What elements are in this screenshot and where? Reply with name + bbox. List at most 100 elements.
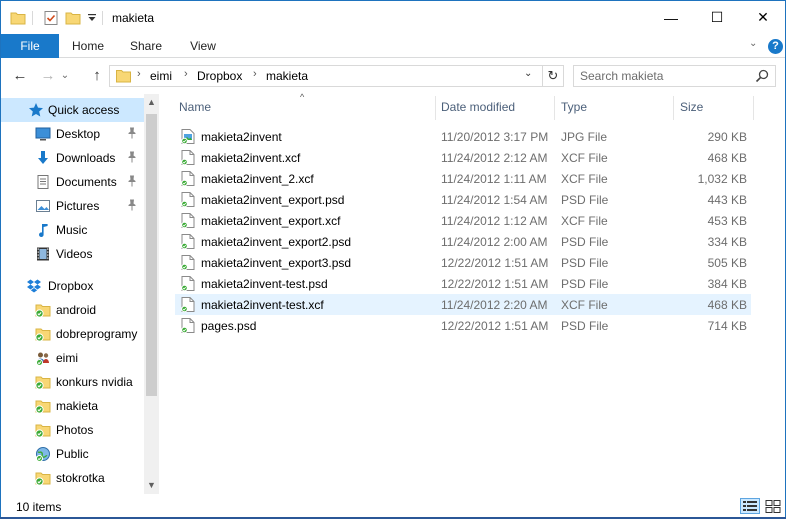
navigation-pane: Quick access Desktop Downloads Documents Pic…: [1, 94, 159, 494]
search-box[interactable]: [573, 65, 776, 87]
minimize-button[interactable]: —: [648, 1, 694, 34]
breadcrumb-eimi[interactable]: eimi: [150, 69, 172, 83]
file-row[interactable]: makieta2invent-test.xcf 11/24/2012 2:20 A…: [175, 294, 751, 315]
pictures-icon: [35, 198, 51, 214]
file-row[interactable]: pages.psd 12/22/2012 1:51 AM PSD File 714 K…: [175, 315, 751, 336]
details-view-icon[interactable]: [740, 498, 760, 514]
star-icon: [28, 102, 44, 118]
file-row[interactable]: makieta2invent_export3.psd 12/22/2012 1:5…: [175, 252, 751, 273]
help-button[interactable]: ?: [768, 39, 783, 54]
title-bar[interactable]: makieta — ☐ ✕: [1, 1, 785, 34]
nav-item-quick-access[interactable]: Quick access: [1, 98, 144, 122]
back-button[interactable]: ←: [10, 66, 30, 86]
folder-synced-icon: [35, 374, 51, 390]
nav-item-label: Videos: [56, 247, 93, 261]
file-type: XCF File: [561, 298, 608, 312]
column-divider[interactable]: [753, 96, 754, 120]
tab-share[interactable]: Share: [122, 34, 170, 58]
file-date-modified: 11/24/2012 1:12 AM: [441, 214, 548, 228]
close-button[interactable]: ✕: [740, 1, 786, 34]
file-name: makieta2invent_export2.psd: [201, 235, 352, 249]
pin-icon[interactable]: [127, 127, 137, 139]
search-icon[interactable]: [755, 69, 769, 83]
pin-icon[interactable]: [127, 175, 137, 187]
recent-locations-button[interactable]: ⌄: [59, 66, 71, 86]
nav-item-android[interactable]: android: [1, 298, 144, 322]
nav-scrollbar[interactable]: ▲ ▼: [144, 94, 159, 494]
breadcrumb-separator[interactable]: ›: [184, 68, 188, 80]
file-icon: [181, 318, 195, 334]
column-header-date[interactable]: Date modified: [441, 94, 515, 120]
folder-synced-icon: [35, 398, 51, 414]
up-button[interactable]: ↑: [87, 66, 107, 86]
breadcrumb-separator[interactable]: ›: [253, 68, 257, 80]
column-header-size[interactable]: Size: [680, 94, 703, 120]
divider: [32, 11, 33, 25]
scroll-up-icon[interactable]: ▲: [144, 94, 159, 111]
file-date-modified: 11/24/2012 2:12 AM: [441, 151, 548, 165]
file-size: 384 KB: [707, 277, 747, 291]
tab-home[interactable]: Home: [64, 34, 112, 58]
nav-item-videos[interactable]: Videos: [1, 242, 144, 266]
nav-item-desktop[interactable]: Desktop: [1, 122, 144, 146]
nav-item-public[interactable]: Public: [1, 442, 144, 466]
nav-item-photos[interactable]: Photos: [1, 418, 144, 442]
image-file-icon: [181, 129, 195, 145]
pin-icon[interactable]: [127, 151, 137, 163]
column-header-type[interactable]: Type: [561, 94, 587, 120]
customize-toolbar-icon[interactable]: [87, 12, 97, 24]
chevron-down-icon[interactable]: ⌄: [749, 38, 757, 49]
file-size: 443 KB: [707, 193, 747, 207]
file-row[interactable]: makieta2invent_export.psd 11/24/2012 1:54…: [175, 189, 751, 210]
nav-item-label: Dropbox: [48, 279, 94, 293]
file-icon: [181, 297, 195, 313]
column-divider[interactable]: [673, 96, 674, 120]
nav-item-label: Quick access: [48, 103, 120, 117]
scroll-down-icon[interactable]: ▼: [144, 477, 159, 494]
forward-button[interactable]: →: [38, 66, 58, 86]
nav-item-label: konkurs nvidia: [56, 375, 133, 389]
explorer-window: makieta — ☐ ✕ File Home Share View ⌄ ? ←…: [0, 0, 786, 517]
chevron-down-icon[interactable]: ⌄: [524, 68, 532, 79]
maximize-button[interactable]: ☐: [694, 1, 740, 34]
file-row[interactable]: makieta2invent-test.psd 12/22/2012 1:51 A…: [175, 273, 751, 294]
properties-icon[interactable]: [43, 10, 59, 26]
tab-view[interactable]: View: [179, 34, 227, 58]
search-input[interactable]: [580, 69, 750, 83]
large-icons-view-icon[interactable]: [763, 498, 783, 514]
ribbon-tabs: File Home Share View ⌄ ?: [1, 34, 785, 58]
column-divider[interactable]: [435, 96, 436, 120]
file-row[interactable]: makieta2invent_2.xcf 11/24/2012 1:11 AM XC…: [175, 168, 751, 189]
nav-item-label: Downloads: [56, 151, 116, 165]
nav-item-downloads[interactable]: Downloads: [1, 146, 144, 170]
nav-item-pictures[interactable]: Pictures: [1, 194, 144, 218]
breadcrumb-separator[interactable]: ›: [137, 68, 141, 80]
breadcrumb-makieta[interactable]: makieta: [266, 69, 308, 83]
nav-item-documents[interactable]: Documents: [1, 170, 144, 194]
nav-item-makieta[interactable]: makieta: [1, 394, 144, 418]
file-row[interactable]: makieta2invent_export2.psd 11/24/2012 2:0…: [175, 231, 751, 252]
file-size: 468 KB: [707, 298, 747, 312]
breadcrumb-dropbox[interactable]: Dropbox: [197, 69, 242, 83]
new-folder-icon[interactable]: [65, 10, 81, 26]
nav-item-dobreprogramy[interactable]: dobreprogramy: [1, 322, 144, 346]
pin-icon[interactable]: [127, 199, 137, 211]
status-bar: 10 items: [1, 495, 785, 517]
refresh-button[interactable]: ↻: [542, 66, 563, 86]
tab-file[interactable]: File: [1, 34, 59, 58]
nav-item-dropbox[interactable]: Dropbox: [1, 274, 144, 298]
file-row[interactable]: makieta2invent.xcf 11/24/2012 2:12 AM XCF …: [175, 147, 751, 168]
file-size: 468 KB: [707, 151, 747, 165]
file-type: PSD File: [561, 235, 609, 249]
folder-icon[interactable]: [10, 10, 26, 26]
nav-item-eimi[interactable]: eimi: [1, 346, 144, 370]
scroll-thumb[interactable]: [146, 114, 157, 396]
nav-item-music[interactable]: Music: [1, 218, 144, 242]
address-bar[interactable]: › eimi › Dropbox › makieta ⌄ ↻: [109, 65, 564, 87]
nav-item-konkurs-nvidia[interactable]: konkurs nvidia: [1, 370, 144, 394]
column-header-name[interactable]: Name: [179, 94, 211, 120]
nav-item-stokrotka[interactable]: stokrotka: [1, 466, 144, 490]
file-row[interactable]: makieta2invent_export.xcf 11/24/2012 1:12…: [175, 210, 751, 231]
file-row[interactable]: makieta2invent 11/20/2012 3:17 PM JPG File…: [175, 126, 751, 147]
column-divider[interactable]: [554, 96, 555, 120]
